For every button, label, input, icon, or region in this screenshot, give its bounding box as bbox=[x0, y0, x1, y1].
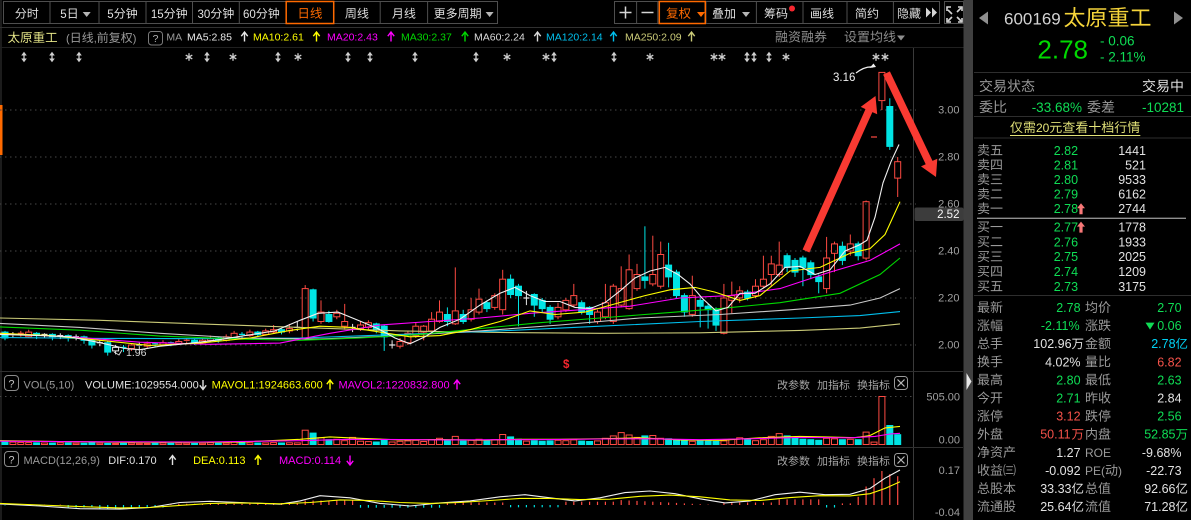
svg-text:2.20: 2.20 bbox=[938, 293, 959, 305]
svg-text:-22.73: -22.73 bbox=[1146, 464, 1181, 478]
svg-text:2.80: 2.80 bbox=[1054, 173, 1078, 187]
svg-text:52.85: 52.85 bbox=[1144, 428, 1175, 442]
svg-text:0.06: 0.06 bbox=[1157, 319, 1181, 333]
svg-text:1441: 1441 bbox=[1118, 144, 1146, 158]
svg-text:?: ? bbox=[153, 33, 159, 45]
svg-text:1.96: 1.96 bbox=[126, 347, 147, 359]
svg-text:2.74: 2.74 bbox=[1054, 265, 1078, 279]
svg-text:3175: 3175 bbox=[1118, 280, 1146, 294]
svg-text:505.00: 505.00 bbox=[926, 392, 960, 404]
svg-text:MA10:2.61: MA10:2.61 bbox=[253, 31, 304, 43]
svg-text:$: $ bbox=[563, 359, 570, 371]
svg-text:-2.11%: -2.11% bbox=[1041, 319, 1080, 333]
svg-text:2.80: 2.80 bbox=[1056, 373, 1080, 387]
svg-text:2.78: 2.78 bbox=[1056, 301, 1080, 315]
svg-text:-0.04: -0.04 bbox=[935, 507, 960, 519]
svg-text:6162: 6162 bbox=[1118, 188, 1146, 202]
svg-text:(: ( bbox=[66, 33, 70, 45]
svg-text:2.82: 2.82 bbox=[1054, 144, 1078, 158]
svg-text:,: , bbox=[94, 33, 97, 45]
svg-text:DIF:0.170: DIF:0.170 bbox=[108, 455, 156, 467]
svg-text:- 2.11%: - 2.11% bbox=[1100, 50, 1146, 65]
svg-text:VOL(5,10): VOL(5,10) bbox=[24, 380, 75, 392]
svg-text:MAVOL1:1924663.600: MAVOL1:1924663.600 bbox=[212, 380, 323, 392]
svg-text:2.79: 2.79 bbox=[1054, 188, 1078, 202]
svg-text:1933: 1933 bbox=[1118, 235, 1146, 249]
svg-text:2.00: 2.00 bbox=[938, 340, 959, 352]
svg-text:71.28: 71.28 bbox=[1144, 500, 1175, 514]
svg-text:-9.68%: -9.68% bbox=[1142, 446, 1182, 460]
svg-text:DEA:0.113: DEA:0.113 bbox=[193, 455, 245, 467]
svg-text:): ) bbox=[1118, 464, 1122, 478]
svg-text:2.78: 2.78 bbox=[1054, 202, 1078, 216]
svg-text:0.17: 0.17 bbox=[939, 465, 960, 477]
svg-text:MA250:2.09: MA250:2.09 bbox=[625, 31, 682, 43]
svg-text:2.78: 2.78 bbox=[1037, 35, 1088, 65]
svg-text:20: 20 bbox=[1036, 121, 1050, 135]
svg-text:MA30:2.37: MA30:2.37 bbox=[401, 31, 452, 43]
svg-text:2.80: 2.80 bbox=[938, 152, 959, 164]
svg-text:2.71: 2.71 bbox=[1056, 392, 1080, 406]
svg-text:50.11: 50.11 bbox=[1040, 428, 1070, 442]
svg-text:1778: 1778 bbox=[1118, 221, 1146, 235]
svg-text:- 0.06: - 0.06 bbox=[1100, 34, 1135, 49]
svg-text:2744: 2744 bbox=[1118, 202, 1146, 216]
svg-text:3.00: 3.00 bbox=[938, 105, 959, 117]
svg-text:MACD:0.114: MACD:0.114 bbox=[279, 455, 341, 467]
svg-text:MA60:2.24: MA60:2.24 bbox=[474, 31, 525, 43]
svg-text:60: 60 bbox=[243, 9, 256, 21]
svg-text:2.70: 2.70 bbox=[1157, 301, 1181, 315]
svg-text:ROE: ROE bbox=[1085, 446, 1111, 460]
svg-text:15: 15 bbox=[151, 9, 164, 21]
svg-text:521: 521 bbox=[1125, 158, 1146, 172]
svg-text:): ) bbox=[133, 33, 137, 45]
svg-text:2.63: 2.63 bbox=[1157, 373, 1181, 387]
svg-text:MA120:2.14: MA120:2.14 bbox=[546, 31, 603, 43]
svg-text:600169: 600169 bbox=[1004, 10, 1061, 29]
svg-text:1.27: 1.27 bbox=[1056, 446, 1080, 460]
svg-text:2.78: 2.78 bbox=[1151, 337, 1175, 351]
svg-text:MAVOL2:1220832.800: MAVOL2:1220832.800 bbox=[339, 380, 450, 392]
svg-text:30: 30 bbox=[198, 9, 211, 21]
svg-text:2.81: 2.81 bbox=[1054, 158, 1078, 172]
svg-text:MA20:2.43: MA20:2.43 bbox=[327, 31, 378, 43]
svg-text:-33.68%: -33.68% bbox=[1032, 100, 1082, 115]
svg-text:6.82: 6.82 bbox=[1157, 355, 1181, 369]
svg-text:2025: 2025 bbox=[1118, 250, 1146, 264]
svg-text:MA: MA bbox=[166, 31, 182, 43]
svg-text:2.40: 2.40 bbox=[938, 246, 959, 258]
svg-text:MACD(12,26,9): MACD(12,26,9) bbox=[24, 455, 100, 467]
svg-text:1209: 1209 bbox=[1118, 265, 1146, 279]
svg-text:25.64: 25.64 bbox=[1040, 500, 1071, 514]
svg-text:4.02%: 4.02% bbox=[1045, 355, 1080, 369]
svg-text:2.52: 2.52 bbox=[937, 209, 959, 221]
svg-text:5: 5 bbox=[107, 9, 113, 21]
svg-text:3.12: 3.12 bbox=[1056, 410, 1080, 424]
svg-text:2.75: 2.75 bbox=[1054, 250, 1078, 264]
svg-text:VOLUME:1029554.000: VOLUME:1029554.000 bbox=[85, 380, 199, 392]
svg-text:2.76: 2.76 bbox=[1054, 235, 1078, 249]
svg-text:2.56: 2.56 bbox=[1157, 410, 1181, 424]
svg-text:2.73: 2.73 bbox=[1054, 280, 1078, 294]
svg-text:5: 5 bbox=[60, 9, 66, 21]
svg-text:PE(: PE( bbox=[1085, 464, 1105, 478]
svg-text:33.33: 33.33 bbox=[1040, 482, 1071, 496]
svg-text:?: ? bbox=[8, 455, 14, 467]
svg-text:-0.092: -0.092 bbox=[1045, 464, 1080, 478]
svg-text:2.77: 2.77 bbox=[1054, 221, 1078, 235]
svg-text:9533: 9533 bbox=[1118, 173, 1146, 187]
svg-text:?: ? bbox=[8, 379, 14, 391]
svg-text:-10281: -10281 bbox=[1142, 100, 1184, 115]
svg-text:92.66: 92.66 bbox=[1144, 482, 1175, 496]
svg-text:102.96: 102.96 bbox=[1033, 337, 1071, 351]
svg-text:2.84: 2.84 bbox=[1157, 392, 1181, 406]
svg-text:3.16: 3.16 bbox=[833, 72, 855, 84]
svg-text:MA5:2.85: MA5:2.85 bbox=[187, 31, 232, 43]
svg-text:0.00: 0.00 bbox=[939, 435, 960, 447]
